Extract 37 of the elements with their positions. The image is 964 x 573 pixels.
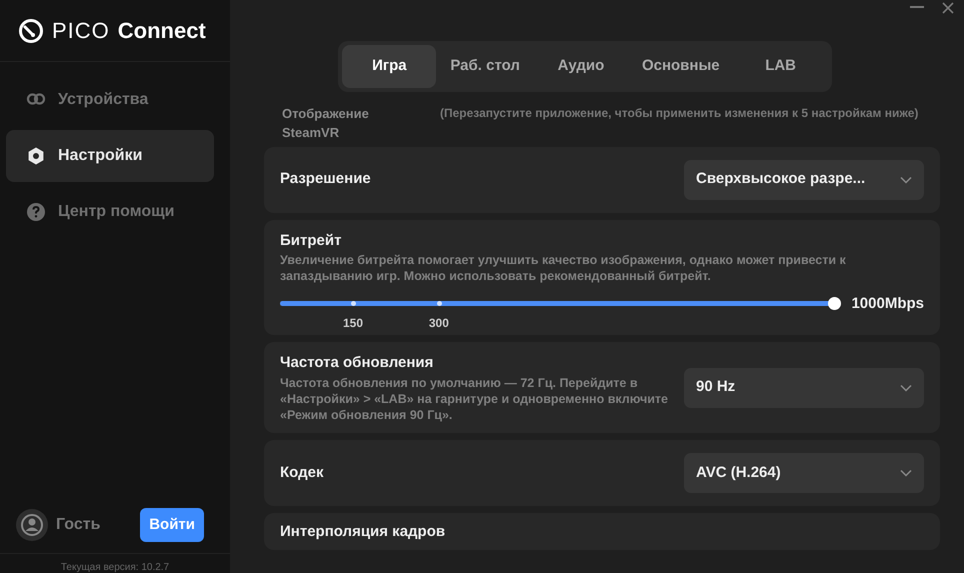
tab[interactable]: LAB [734, 45, 828, 88]
setting-title: Частота обновления [280, 353, 434, 373]
dropdown[interactable]: 90 Hz [684, 368, 924, 408]
tick-label: 300 [428, 315, 449, 332]
section-note: (Перезапустите приложение, чтобы применить изменения к 5 настройкам ниже) [440, 104, 918, 122]
close-icon[interactable] [942, 2, 954, 14]
tab[interactable]: Основные [628, 45, 734, 88]
chevron-icon [900, 384, 912, 392]
setting-title: Кодек [280, 463, 324, 483]
logo-text: Connect [118, 17, 206, 45]
logo-icon [18, 18, 44, 44]
dropdown[interactable]: Сверхвысокое разре... [684, 160, 924, 200]
login-button[interactable]: Войти [140, 508, 204, 542]
logo-text: PICO [52, 17, 110, 45]
tick-label: 150 [342, 315, 363, 332]
sidebar-item[interactable]: Центр помощи [6, 186, 214, 238]
tab[interactable]: Аудио [534, 45, 628, 88]
settings-icon [26, 146, 46, 166]
tab[interactable]: Игра [342, 45, 436, 88]
help-icon [26, 202, 46, 222]
dropdown[interactable]: AVC (H.264) [684, 453, 924, 494]
setting-title: Разрешение [280, 169, 371, 190]
version-text: Текущая версия: 10.2.7 [0, 553, 230, 573]
section-title: Отображение SteamVR [282, 104, 370, 142]
setting-title: Битрейт [280, 230, 342, 250]
setting-title: Интерполяция кадров [280, 522, 446, 542]
slider-thumb[interactable] [828, 297, 842, 310]
chevron-icon [900, 469, 912, 478]
slider-value: 1000Mbps [851, 294, 924, 314]
sidebar-item[interactable]: Настройки [6, 130, 214, 182]
avatar-icon [16, 509, 48, 541]
setting-description: Частота обновления по умолчанию — 72 Гц. Перейдите в «Настройки» > «LAB» на гарнитуре и одновременно включите «Режим обновления 90 Гц». [280, 374, 669, 424]
chevron-icon [900, 176, 912, 184]
setting-description: Увеличение битрейта помогает улучшить качество изображения, однако может привести к запаздыванию игр. Можно использовать рекомендованный битрейт. [280, 252, 847, 284]
sidebar-item[interactable]: Устройства [6, 74, 214, 126]
user-name: Гость [56, 515, 100, 535]
tab[interactable]: Раб. стол [436, 45, 534, 88]
